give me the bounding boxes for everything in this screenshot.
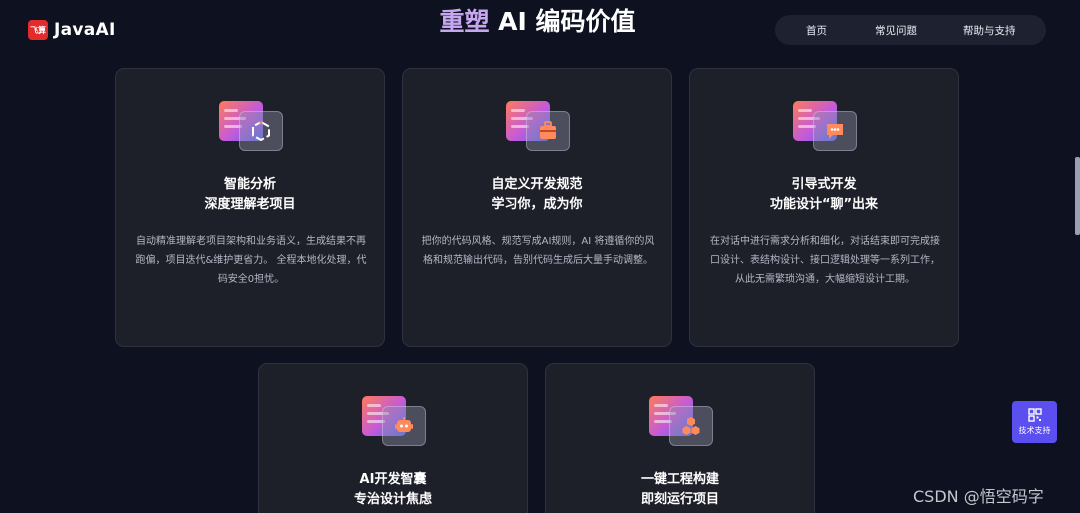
- qr-code-icon: [1027, 408, 1042, 422]
- hexagon-link-icon: [252, 120, 270, 142]
- card-title-line2: 专治设计焦虑: [353, 492, 432, 507]
- feature-card-ai-think-tank: AI开发智囊 专治设计焦虑: [258, 363, 528, 513]
- card-icon: [649, 396, 713, 448]
- card-title-line1: 一键工程构建: [640, 472, 719, 487]
- card-icon: [219, 101, 283, 153]
- top-nav: 首页 常见问题 帮助与支持: [775, 15, 1046, 45]
- page-title-rest: AI 编码价值: [489, 7, 636, 36]
- card-description: 自动精准理解老项目架构和业务语义，生成结果不再跑偏，项目迭代&维护更省力。 全程…: [135, 236, 367, 285]
- nav-item-help[interactable]: 帮助与支持: [963, 23, 1016, 38]
- card-title-line2: 即刻运行项目: [640, 492, 719, 507]
- card-title-line2: 学习你，成为你: [491, 197, 583, 212]
- nav-item-faq[interactable]: 常见问题: [875, 23, 917, 38]
- toolbox-icon: [540, 121, 556, 139]
- card-icon: [506, 101, 570, 153]
- tech-support-label: 技术支持: [1018, 426, 1051, 435]
- card-title-line1: AI开发智囊: [359, 472, 427, 487]
- page-scrollbar[interactable]: [1075, 157, 1080, 235]
- card-icon: [793, 101, 857, 153]
- page-title-accent: 重塑: [439, 7, 490, 36]
- watermark: CSDN @悟空码字: [913, 487, 1044, 506]
- feature-card-one-click-build: 一键工程构建 即刻运行项目: [545, 363, 815, 513]
- card-description: 在对话中进行需求分析和细化，对话结束即可完成接口设计、表结构设计、接口逻辑处理等…: [710, 236, 940, 285]
- feature-card-guided-dev: 引导式开发 功能设计“聊”出来 在对话中进行需求分析和细化，对话结束即可完成接口…: [689, 68, 959, 347]
- tech-support-button[interactable]: 技术支持: [1012, 401, 1057, 443]
- card-title-line2: 功能设计“聊”出来: [769, 197, 879, 212]
- feature-card-smart-analysis: 智能分析 深度理解老项目 自动精准理解老项目架构和业务语义，生成结果不再跑偏，项…: [115, 68, 385, 347]
- card-title-line1: 智能分析: [223, 177, 276, 192]
- robot-icon: [395, 417, 413, 432]
- card-icon: [362, 396, 426, 448]
- feature-card-custom-standards: 自定义开发规范 学习你，成为你 把你的代码风格、规范写成AI规则，AI 将遵循你…: [402, 68, 672, 347]
- card-title-line2: 深度理解老项目: [204, 197, 296, 212]
- cubes-icon: [682, 417, 700, 435]
- card-title-line1: 引导式开发: [791, 177, 857, 192]
- chat-bubble-icon: [827, 124, 843, 139]
- nav-item-home[interactable]: 首页: [806, 23, 827, 38]
- card-title-line1: 自定义开发规范: [491, 177, 583, 192]
- card-description: 把你的代码风格、规范写成AI规则，AI 将遵循你的风格和规范输出代码，告别代码生…: [421, 236, 655, 266]
